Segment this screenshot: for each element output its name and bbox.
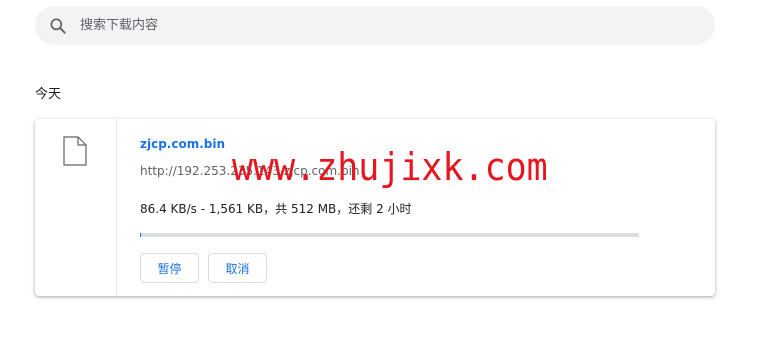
cancel-button[interactable]: 取消 xyxy=(208,253,267,283)
search-input[interactable] xyxy=(80,14,680,36)
download-status: 86.4 KB/s - 1,561 KB，共 512 MB，还剩 2 小时 xyxy=(140,202,412,216)
download-progress-bar xyxy=(140,233,639,237)
file-icon xyxy=(63,136,87,166)
watermark-text: www.zhujixk.com xyxy=(232,145,548,189)
download-item-card: zjcp.com.bin http://192.253.235.143/zjcp… xyxy=(35,119,715,296)
search-bar[interactable] xyxy=(35,6,715,45)
section-title-today: 今天 xyxy=(35,87,62,102)
download-progress-fill xyxy=(140,233,142,237)
file-name-link[interactable]: zjcp.com.bin xyxy=(140,137,225,151)
downloads-page: 今天 zjcp.com.bin http://192.253.235.143/z… xyxy=(0,0,759,351)
pause-button[interactable]: 暂停 xyxy=(140,253,199,283)
file-icon-column xyxy=(35,119,117,296)
search-icon[interactable] xyxy=(48,16,68,36)
